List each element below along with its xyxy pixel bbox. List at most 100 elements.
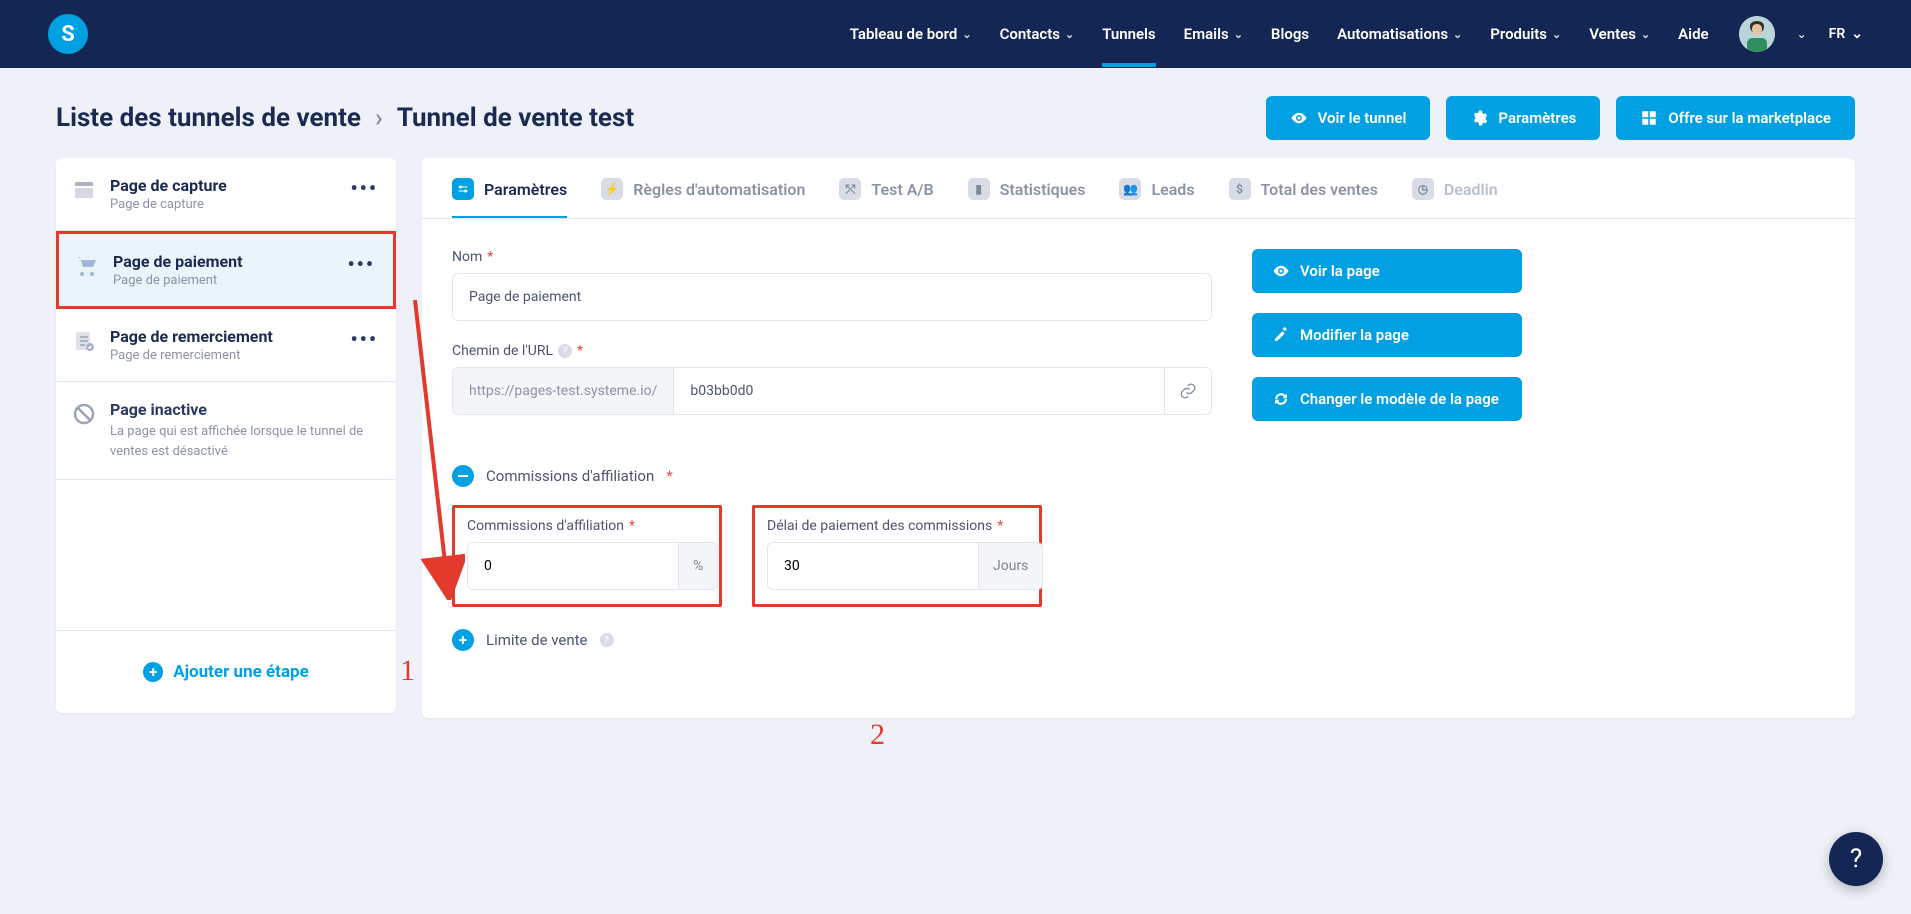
main-panel: Paramètres ⚡ Règles d'automatisation ⤲ T… xyxy=(422,158,1855,718)
app-logo[interactable]: S xyxy=(48,14,88,54)
breadcrumb: Liste des tunnels de vente › Tunnel de v… xyxy=(56,103,634,133)
user-avatar[interactable] xyxy=(1739,16,1775,52)
step-title: Page inactive xyxy=(110,400,378,419)
chevron-down-icon: ⌄ xyxy=(1851,26,1863,42)
marketplace-icon xyxy=(1640,109,1658,127)
page-icon xyxy=(72,178,96,202)
cart-icon xyxy=(75,254,99,278)
tab-settings[interactable]: Paramètres xyxy=(452,178,567,218)
nav-label: Emails xyxy=(1184,25,1229,43)
tab-label: Paramètres xyxy=(484,180,567,199)
required-mark: * xyxy=(487,249,493,265)
nav-label: Aide xyxy=(1678,25,1708,43)
sale-limit-toggle[interactable]: + Limite de vente ? xyxy=(452,629,1212,651)
payment-delay-box: Délai de paiement des commissions* Jours xyxy=(752,505,1042,607)
page-header: Liste des tunnels de vente › Tunnel de v… xyxy=(56,96,1855,140)
tab-sales[interactable]: $ Total des ventes xyxy=(1229,178,1378,218)
tab-deadline[interactable]: ◷ Deadlin xyxy=(1412,178,1498,218)
link-icon[interactable] xyxy=(1164,367,1212,415)
more-icon[interactable]: ••• xyxy=(350,176,378,200)
step-subtitle: Page de paiement xyxy=(113,273,333,288)
step-titles: Page de remerciement Page de remerciemen… xyxy=(110,327,336,363)
nav-automations[interactable]: Automatisations ⌄ xyxy=(1337,25,1462,43)
field-name: Nom * xyxy=(452,249,1212,321)
field-label: Nom * xyxy=(452,249,1212,265)
name-input[interactable] xyxy=(452,273,1212,321)
form-column: Nom* Chemin de l'URL ? * https://pages-t… xyxy=(452,249,1212,669)
percent-unit: % xyxy=(679,542,718,590)
step-inactive[interactable]: Page inactive La page qui est affichée l… xyxy=(56,382,396,480)
required-mark: * xyxy=(666,467,672,485)
tab-stats[interactable]: ▮ Statistiques xyxy=(968,178,1086,218)
marketplace-button[interactable]: Offre sur la marketplace xyxy=(1616,96,1855,140)
required-mark: * xyxy=(997,518,1003,534)
nav-help[interactable]: Aide xyxy=(1678,25,1708,43)
breadcrumb-root[interactable]: Liste des tunnels de vente xyxy=(56,103,361,133)
chevron-down-icon: ⌄ xyxy=(1552,28,1561,41)
tab-automation[interactable]: ⚡ Règles d'automatisation xyxy=(601,178,805,218)
button-label: Voir le tunnel xyxy=(1318,109,1407,127)
section-label: Commissions d'affiliation xyxy=(486,467,654,485)
nav-emails[interactable]: Emails ⌄ xyxy=(1184,25,1243,43)
chevron-right-icon: › xyxy=(375,103,383,133)
chevron-down-icon: ⌄ xyxy=(1065,28,1074,41)
tab-leads[interactable]: 👥 Leads xyxy=(1119,178,1194,218)
more-icon[interactable]: ••• xyxy=(350,327,378,351)
help-icon[interactable]: ? xyxy=(600,633,614,647)
gear-icon xyxy=(1470,109,1488,127)
main-body: Nom* Chemin de l'URL ? * https://pages-t… xyxy=(422,219,1855,699)
affiliate-commission-box: Commissions d'affiliation* % xyxy=(452,505,722,607)
eye-icon xyxy=(1272,262,1290,280)
tunnel-settings-button[interactable]: Paramètres xyxy=(1446,96,1600,140)
view-tunnel-button[interactable]: Voir le tunnel xyxy=(1266,96,1431,140)
delay-input[interactable] xyxy=(767,542,979,590)
side-actions: Voir la page Modifier la page Changer le… xyxy=(1252,249,1522,669)
sidebar-footer: + Ajouter une étape xyxy=(56,630,396,713)
affiliate-row: Commissions d'affiliation* % Délai de pa… xyxy=(452,505,1212,607)
chevron-down-icon[interactable]: ⌄ xyxy=(1797,27,1807,41)
commission-input-group: % xyxy=(467,542,707,590)
edit-page-button[interactable]: Modifier la page xyxy=(1252,313,1522,357)
chevron-down-icon: ⌄ xyxy=(1234,28,1243,41)
tab-label: Statistiques xyxy=(1000,180,1086,199)
step-titles: Page de paiement Page de paiement xyxy=(113,252,333,288)
nav-dashboard[interactable]: Tableau de bord⌄ xyxy=(850,25,972,43)
nav-blogs[interactable]: Blogs xyxy=(1271,25,1309,43)
add-step-button[interactable]: + Ajouter une étape xyxy=(137,661,315,683)
step-payment[interactable]: Page de paiement Page de paiement ••• xyxy=(56,231,396,309)
nav-label: Tunnels xyxy=(1102,25,1155,43)
change-template-button[interactable]: Changer le modèle de la page xyxy=(1252,377,1522,421)
label-text: Délai de paiement des commissions xyxy=(767,518,992,534)
help-icon[interactable]: ? xyxy=(558,344,572,358)
step-titles: Page inactive La page qui est affichée l… xyxy=(110,400,378,461)
nav-label: Automatisations xyxy=(1337,25,1448,43)
nav-tunnels[interactable]: Tunnels xyxy=(1102,25,1155,43)
language-selector[interactable]: FR ⌄ xyxy=(1829,26,1863,42)
nav-menu: Tableau de bord⌄ Contacts⌄ Tunnels Email… xyxy=(850,25,1709,43)
step-thanks[interactable]: Page de remerciement Page de remerciemen… xyxy=(56,309,396,382)
nav-label: Produits xyxy=(1490,25,1547,43)
nav-label: Tableau de bord xyxy=(850,25,958,43)
chevron-down-icon: ⌄ xyxy=(1453,28,1462,41)
edit-icon xyxy=(1272,326,1290,344)
affiliate-section-toggle[interactable]: Commissions d'affiliation * xyxy=(452,465,1212,487)
language-label: FR xyxy=(1829,26,1846,42)
tab-abtest[interactable]: ⤲ Test A/B xyxy=(839,178,933,218)
help-fab[interactable]: ? xyxy=(1829,832,1883,886)
step-subtitle: Page de capture xyxy=(110,197,336,212)
split-icon: ⤲ xyxy=(839,178,861,200)
label-text: Nom xyxy=(452,249,482,265)
nav-contacts[interactable]: Contacts⌄ xyxy=(1000,25,1075,43)
step-desc: La page qui est affichée lorsque le tunn… xyxy=(110,422,378,461)
clock-icon: ◷ xyxy=(1412,178,1434,200)
nav-products[interactable]: Produits ⌄ xyxy=(1490,25,1561,43)
view-page-button[interactable]: Voir la page xyxy=(1252,249,1522,293)
url-prefix: https://pages-test.systeme.io/ xyxy=(452,367,673,415)
page: Liste des tunnels de vente › Tunnel de v… xyxy=(0,68,1911,746)
nav-sales[interactable]: Ventes⌄ xyxy=(1589,25,1650,43)
more-icon[interactable]: ••• xyxy=(347,252,375,276)
commission-input[interactable] xyxy=(467,542,679,590)
checklist-icon xyxy=(72,329,96,353)
url-input[interactable] xyxy=(673,367,1164,415)
step-capture[interactable]: Page de capture Page de capture ••• xyxy=(56,158,396,231)
